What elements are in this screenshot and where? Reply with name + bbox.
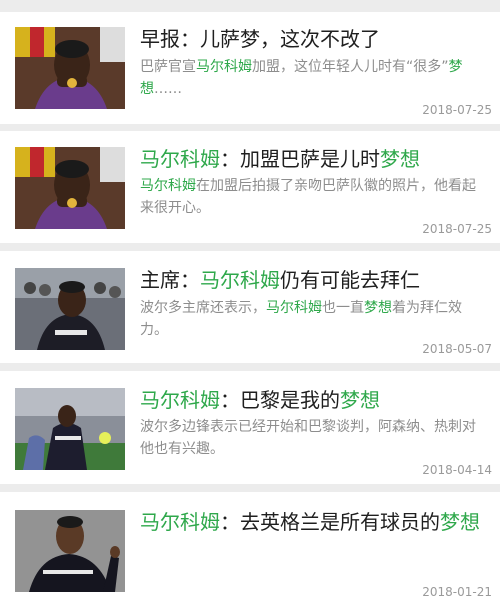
publish-date: 2018-07-25 [422,103,492,117]
thumbnail-image [15,510,125,592]
publish-date: 2018-05-07 [422,342,492,356]
keyword-highlight: 马尔科姆 [140,178,196,194]
thumbnail-image [15,388,125,470]
thumbnail-image [15,27,125,109]
publish-date: 2018-07-25 [422,222,492,236]
thumbnail-image [15,147,125,229]
article-title: 马尔科姆：去英格兰是所有球员的梦想 [140,510,480,534]
article-title: 早报：儿萨梦，这次不改了 [140,27,380,51]
keyword-highlight: 梦想 [440,510,480,534]
keyword-highlight: 梦想 [364,300,392,316]
news-item[interactable]: 马尔科姆：巴黎是我的梦想 波尔多边锋表示已经开始和巴黎谈判，阿森纳、热刺对他也有… [0,371,500,484]
thumbnail-image [15,268,125,350]
keyword-highlight: 梦想 [380,147,420,171]
article-title: 马尔科姆：巴黎是我的梦想 [140,388,380,412]
news-item[interactable]: 马尔科姆：去英格兰是所有球员的梦想 2018-01-21 [0,492,500,600]
news-item[interactable]: 马尔科姆：加盟巴萨是儿时梦想 马尔科姆在加盟后拍摄了亲吻巴萨队徽的照片，他看起来… [0,131,500,243]
keyword-highlight: 马尔科姆 [140,147,220,171]
keyword-highlight: 马尔科姆 [196,59,252,75]
keyword-highlight: 马尔科姆 [200,268,280,292]
article-summary: 马尔科姆在加盟后拍摄了亲吻巴萨队徽的照片，他看起来很开心。 [140,178,476,216]
article-title: 主席：马尔科姆仍有可能去拜仁 [140,268,420,292]
article-summary: 波尔多边锋表示已经开始和巴黎谈判，阿森纳、热刺对他也有兴趣。 [140,419,476,457]
news-feed: 早报：儿萨梦，这次不改了 巴萨官宣马尔科姆加盟，这位年轻人儿时有“很多”梦想……… [0,0,500,600]
publish-date: 2018-04-14 [422,463,492,477]
article-summary: 波尔多主席还表示，马尔科姆也一直梦想着为拜仁效力。 [140,300,462,338]
publish-date: 2018-01-21 [422,585,492,599]
keyword-highlight: 马尔科姆 [266,300,322,316]
news-item[interactable]: 主席：马尔科姆仍有可能去拜仁 波尔多主席还表示，马尔科姆也一直梦想着为拜仁效力。… [0,251,500,363]
article-summary: 巴萨官宣马尔科姆加盟，这位年轻人儿时有“很多”梦想…… [140,59,463,97]
keyword-highlight: 梦想 [340,388,380,412]
article-title: 马尔科姆：加盟巴萨是儿时梦想 [140,147,420,171]
keyword-highlight: 马尔科姆 [140,510,220,534]
keyword-highlight: 马尔科姆 [140,388,220,412]
news-item[interactable]: 早报：儿萨梦，这次不改了 巴萨官宣马尔科姆加盟，这位年轻人儿时有“很多”梦想……… [0,12,500,124]
